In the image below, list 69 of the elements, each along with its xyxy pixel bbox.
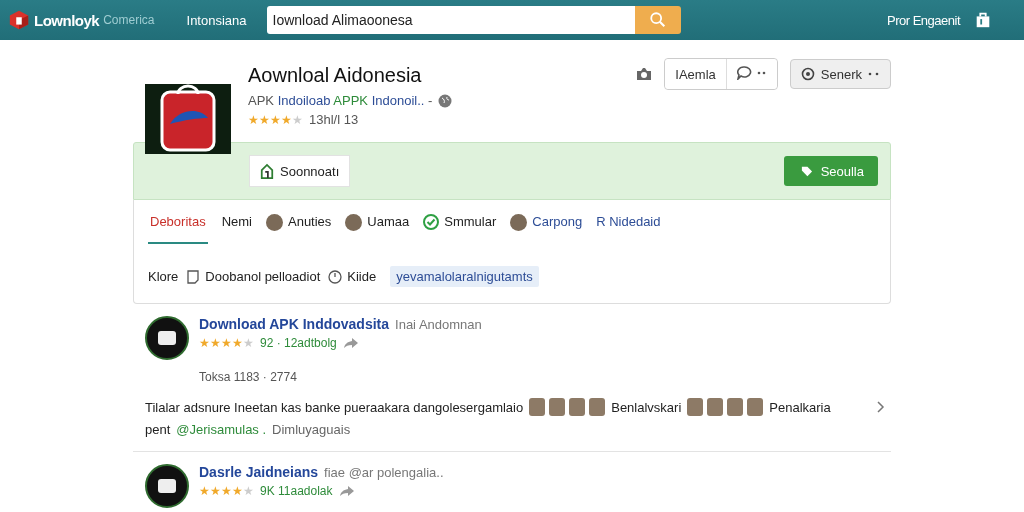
avatar-icon [529, 398, 546, 416]
search-icon [648, 11, 667, 29]
nav-link[interactable]: Intonsiana [186, 12, 247, 28]
avatar-icon [549, 398, 566, 416]
account-link[interactable]: Pror Engaenit [887, 12, 960, 28]
rating-count: 92 · 12adtbolg [260, 336, 337, 350]
chevron-right-icon[interactable] [877, 401, 885, 413]
description-text: Benlalvskari [611, 399, 682, 415]
result-title[interactable]: Download APK Inddovadsita [199, 316, 390, 332]
bag-icon[interactable] [974, 11, 992, 29]
logo-text[interactable]: Lownloyk [34, 11, 100, 29]
star-rating: ★★★★★ [199, 336, 254, 350]
star-rating: ★★★★★ [199, 484, 254, 498]
app-icon [145, 84, 231, 154]
avatar-icon [747, 398, 764, 416]
check-circle-icon [423, 214, 440, 230]
share-icon[interactable] [342, 337, 359, 349]
description-text: pent [145, 422, 171, 437]
more-icon [868, 72, 880, 76]
tab[interactable]: Smmular [444, 200, 497, 244]
search-field[interactable]: Iownload Alimaoonesa [266, 6, 635, 34]
tab[interactable]: R Nidedaid [596, 200, 661, 244]
download-button[interactable]: Soonnoatı [249, 155, 351, 187]
note-icon [186, 269, 201, 284]
filter-label: Klore [148, 269, 179, 284]
avatar-icon [589, 398, 606, 416]
tab[interactable]: Deboritas [148, 200, 208, 244]
app-icon [145, 316, 189, 360]
avatar-icon [707, 398, 724, 416]
clock-icon [328, 269, 343, 284]
avatar-icon [510, 213, 528, 231]
description-text: Penalkaria [769, 399, 831, 415]
avatar-icon [266, 213, 283, 231]
result-meta: Toksa 1183 · 2774 [199, 370, 298, 384]
filter-link[interactable]: Kiide [347, 269, 377, 284]
house-icon [260, 163, 274, 179]
rating-count: 13hl/l 13 [309, 112, 359, 127]
tab[interactable]: Nemi [221, 200, 252, 244]
logo-subtitle: Comerica [103, 13, 155, 27]
globe-icon [438, 93, 453, 108]
description-text: Dimluyaguais [272, 422, 351, 437]
avatar-icon [687, 398, 704, 416]
mention-link[interactable]: @Jerisamulas . [176, 422, 267, 437]
avatar-icon [727, 398, 744, 416]
cube-logo-icon [8, 9, 30, 31]
filter-link[interactable]: Doobanol pelloadiot [205, 269, 321, 284]
install-button[interactable]: Seoulla [783, 156, 878, 186]
tab[interactable]: Anuties [288, 200, 332, 244]
share-icon[interactable] [338, 485, 355, 497]
chat-more-icon [736, 65, 767, 80]
settings-button[interactable]: Senerk [789, 59, 891, 89]
settings-icon [800, 67, 815, 81]
avatar-icon [345, 213, 363, 231]
avatar-icon [569, 398, 586, 416]
result-source: Inai Andomnan [395, 316, 482, 332]
tab[interactable]: Carpong [532, 200, 583, 244]
tag-icon [799, 164, 813, 178]
star-rating: ★★★★★ [248, 112, 303, 127]
rating-count: 9K 11aadolak [260, 484, 333, 498]
filter-chip[interactable]: yevamalolaralnigutamts [390, 266, 539, 287]
result-title[interactable]: Dasrle Jaidneians [199, 464, 319, 480]
chat-button[interactable] [725, 59, 777, 89]
result-source: fiae @ar polengalia.. [324, 464, 444, 480]
camera-icon[interactable] [636, 67, 653, 81]
app-title: Aownloal Aidonesia [248, 64, 423, 87]
app-subtitle: APK Indoiloab APPK Indonoil.. - [248, 93, 433, 108]
app-icon [145, 464, 189, 508]
tab[interactable]: Uamaa [367, 200, 410, 244]
description-text: Tilalar adsnure Ineetan kas banke pueraakara dangolesergamlaio [145, 399, 524, 415]
